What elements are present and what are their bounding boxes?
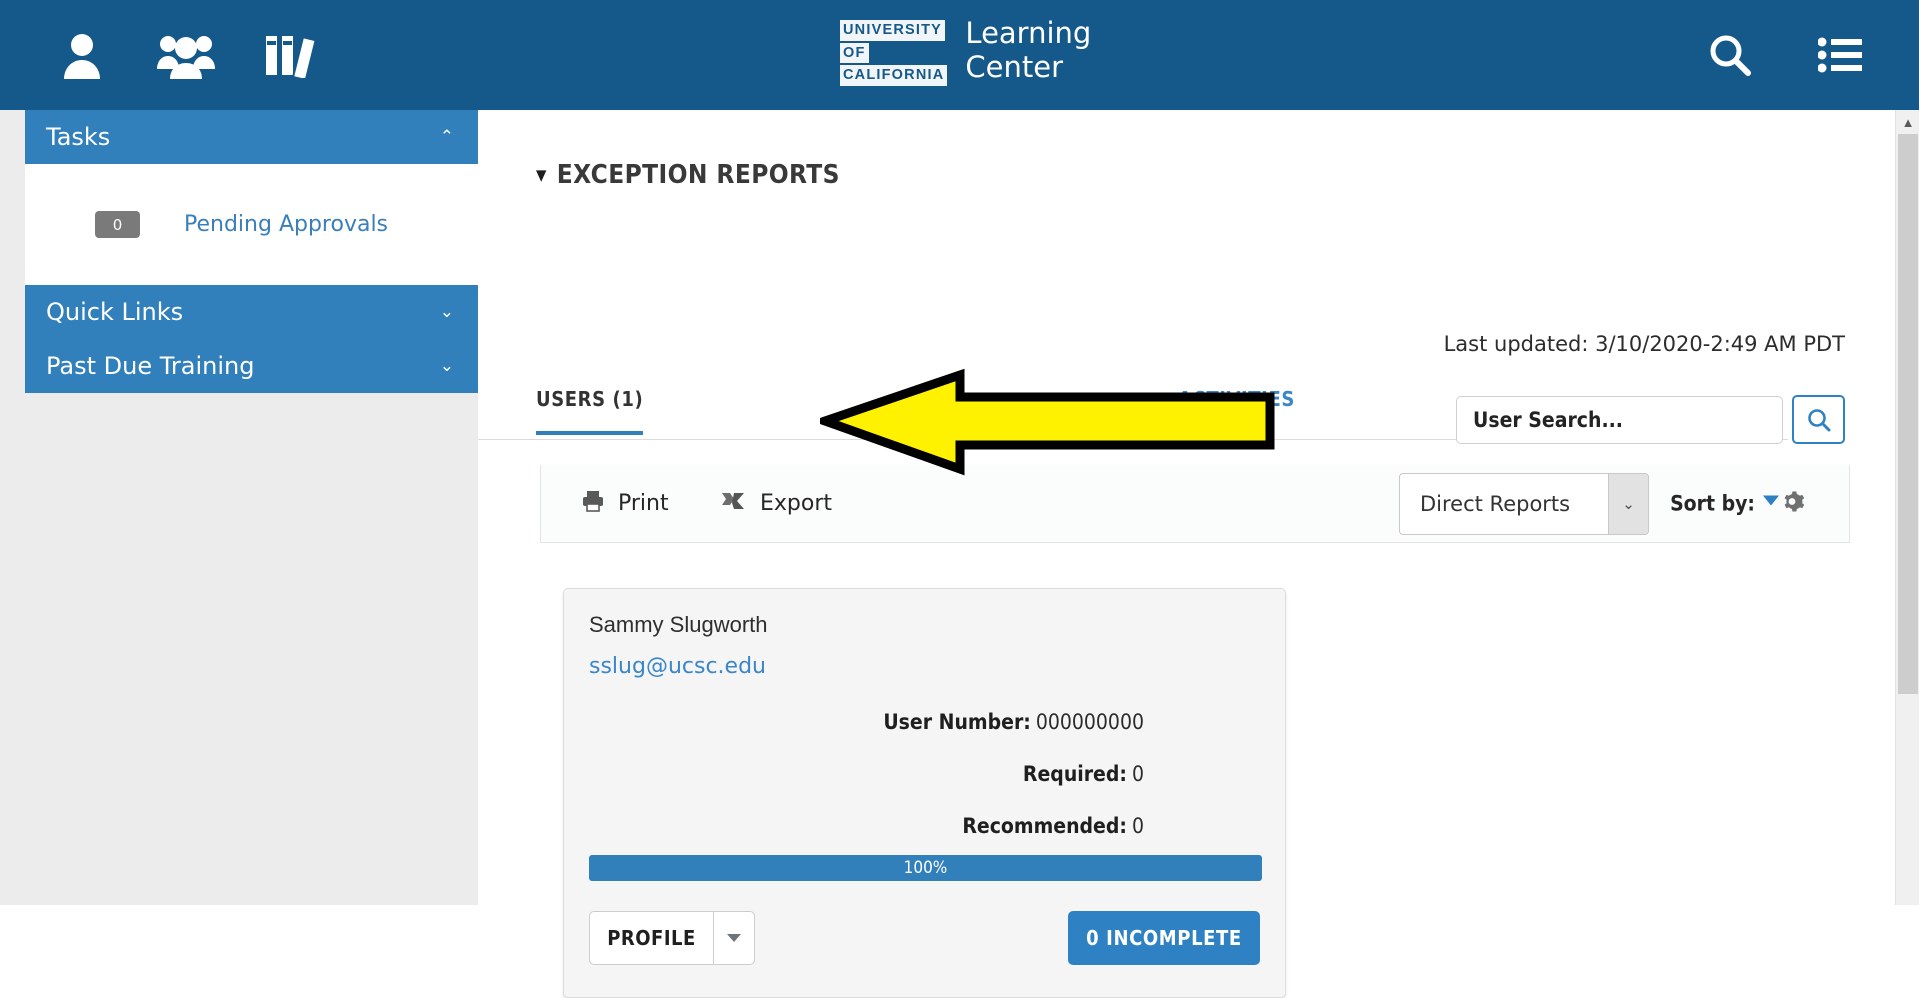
user-name: Sammy Slugworth	[589, 612, 768, 637]
profile-dropdown-toggle[interactable]	[713, 911, 755, 965]
sort-by-control[interactable]: Sort by:	[1670, 489, 1805, 518]
caret-down-icon: ▼	[536, 165, 547, 184]
people-icon[interactable]	[134, 25, 238, 85]
user-number-label: User Number:	[883, 710, 1031, 734]
export-button[interactable]: Export	[721, 490, 832, 518]
uc-logo-line-2: OF	[840, 42, 869, 63]
sidebar-tasks-body: 0 Pending Approvals	[25, 164, 478, 285]
user-email-link[interactable]: sslug@ucsc.edu	[589, 654, 766, 679]
sidebar-section-quick-links[interactable]: Quick Links ⌄	[25, 285, 478, 339]
search-icon[interactable]	[1675, 25, 1785, 85]
search-input[interactable]	[1456, 395, 1783, 444]
search-submit-button[interactable]	[1792, 395, 1845, 444]
left-sidebar: Tasks ⌃ 0 Pending Approvals Quick Links …	[0, 110, 478, 905]
recommended-value: 0	[1131, 814, 1144, 838]
tab-users[interactable]: USERS (1)	[536, 387, 644, 435]
chevron-down-icon: ⌄	[439, 355, 454, 376]
uc-logo-line-3: CALIFORNIA	[840, 65, 948, 86]
chevron-down-icon: ⌄	[439, 301, 454, 322]
vertical-scrollbar[interactable]: ▲	[1895, 110, 1919, 905]
recommended-label: Recommended:	[962, 814, 1127, 838]
print-label: Print	[618, 491, 669, 516]
sort-by-label: Sort by:	[1670, 491, 1755, 516]
required-value: 0	[1131, 762, 1144, 786]
user-field-row: Required: 0	[564, 762, 1144, 786]
profile-button[interactable]: PROFILE	[589, 911, 713, 965]
user-result-card: Sammy Slugworth sslug@ucsc.edu User Numb…	[563, 588, 1286, 998]
chevron-up-icon: ⌃	[439, 126, 454, 147]
menu-list-icon[interactable]	[1785, 25, 1895, 85]
report-toolbar: Print Export Direct Reports ⌄ Sort by:	[540, 465, 1850, 543]
page-title-label: EXCEPTION REPORTS	[556, 160, 840, 190]
scroll-up-button[interactable]: ▲	[1896, 110, 1919, 134]
app-title: Learning Center	[965, 16, 1092, 84]
person-icon[interactable]	[30, 25, 134, 85]
user-search-group	[1456, 395, 1845, 444]
top-navigation-bar: UNIVERSITY OF CALIFORNIA Learning Center	[0, 0, 1919, 110]
brand-logo[interactable]: UNIVERSITY OF CALIFORNIA Learning Center	[840, 16, 1091, 86]
print-button[interactable]: Print	[581, 489, 669, 519]
page-body: Tasks ⌃ 0 Pending Approvals Quick Links …	[0, 110, 1919, 998]
user-number-value: 000000000	[1035, 710, 1144, 734]
excel-export-icon	[721, 490, 747, 518]
export-label: Export	[760, 491, 833, 516]
uc-logo: UNIVERSITY OF CALIFORNIA	[840, 16, 948, 86]
sidebar-panel-stack: Tasks ⌃ 0 Pending Approvals Quick Links …	[25, 110, 478, 393]
triangle-down-icon	[1763, 495, 1779, 506]
report-scope-select[interactable]: Direct Reports ⌄	[1399, 472, 1649, 535]
scrollbar-thumb[interactable]	[1898, 134, 1918, 694]
completion-progress-label: 100%	[903, 858, 948, 878]
sidebar-section-tasks[interactable]: Tasks ⌃	[25, 110, 478, 164]
pending-approvals-badge: 0	[95, 211, 140, 238]
last-updated-text: Last updated: 3/10/2020-2:49 AM PDT	[1443, 332, 1845, 356]
printer-icon	[581, 489, 605, 519]
caret-down-icon	[727, 934, 741, 942]
top-nav-right-icons	[1675, 0, 1895, 110]
completion-progress-bar: 100%	[589, 855, 1262, 881]
gear-icon	[1780, 489, 1805, 518]
profile-button-group[interactable]: PROFILE	[589, 911, 755, 965]
page-title[interactable]: ▼ EXCEPTION REPORTS	[536, 160, 840, 190]
chevron-up-icon: ▲	[1901, 114, 1915, 130]
sidebar-section-past-due-training-label: Past Due Training	[46, 352, 255, 380]
top-nav-left-icons	[30, 25, 342, 85]
chevron-down-icon: ⌄	[1608, 473, 1648, 534]
tab-activities[interactable]: ACTIVITIES	[1178, 387, 1295, 431]
required-label: Required:	[1022, 762, 1127, 786]
sidebar-section-quick-links-label: Quick Links	[46, 298, 184, 326]
uc-logo-line-1: UNIVERSITY	[840, 20, 946, 41]
sidebar-section-tasks-label: Tasks	[46, 123, 111, 151]
books-icon[interactable]	[238, 25, 342, 85]
report-scope-value: Direct Reports	[1420, 491, 1571, 516]
sidebar-section-past-due-training[interactable]: Past Due Training ⌄	[25, 339, 478, 393]
sidebar-item-pending-approvals[interactable]: Pending Approvals	[184, 212, 388, 237]
user-field-row: Recommended: 0	[564, 814, 1144, 838]
incomplete-count-button[interactable]: 0 INCOMPLETE	[1068, 911, 1260, 965]
user-field-row: User Number: 000000000	[564, 710, 1144, 734]
